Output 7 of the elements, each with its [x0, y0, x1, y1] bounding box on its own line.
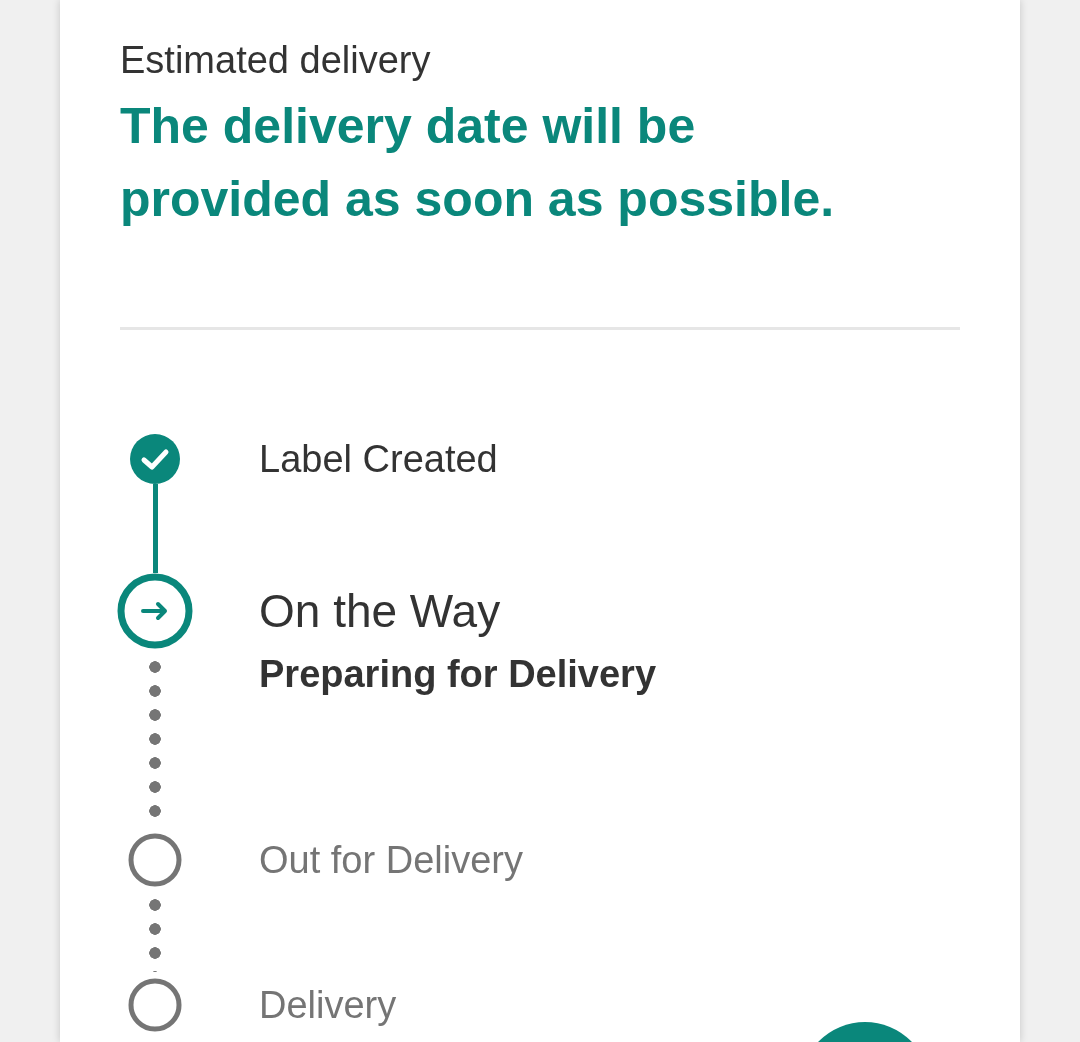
step-title: Out for Delivery — [259, 838, 523, 883]
estimate-label: Estimated delivery — [120, 38, 432, 82]
step-title: Delivery — [259, 983, 397, 1028]
step-title: On the Way — [259, 584, 502, 639]
step-title: Label Created — [259, 437, 498, 482]
step-subtitle: Preparing for Delivery — [259, 652, 657, 697]
estimate-message: The delivery date will be provided as soon as possible. — [120, 97, 836, 229]
